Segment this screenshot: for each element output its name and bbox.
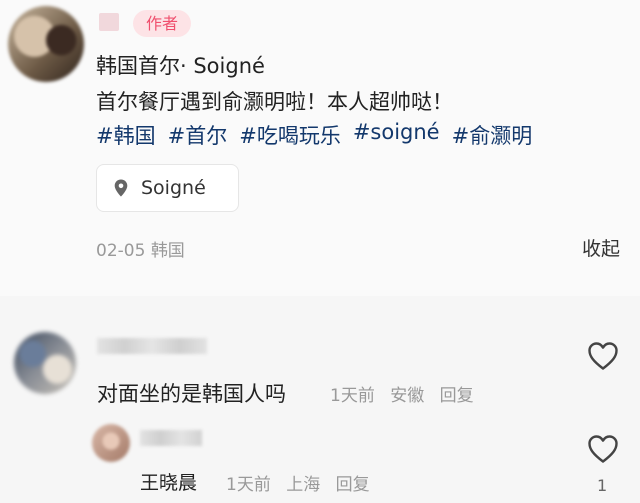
reply-meta: 1天前 上海 回复 bbox=[226, 470, 370, 495]
reply-text: 王晓晨 bbox=[140, 472, 198, 494]
post-card: 作者 韩国首尔· Soigné 首尔餐厅遇到俞灏明啦！本人超帅哒！ #韩国 #首… bbox=[0, 0, 640, 296]
pin-icon bbox=[111, 178, 131, 198]
comment-list: 对面坐的是韩国人吗 1天前 安徽 回复 王晓晨 1天前 上海 回复 1 bbox=[0, 296, 640, 503]
commenter-avatar[interactable] bbox=[14, 332, 76, 394]
author-name-blurred[interactable] bbox=[99, 13, 119, 31]
commenter-name-blurred[interactable] bbox=[97, 338, 207, 354]
reply-name-blurred[interactable] bbox=[140, 430, 202, 446]
location-label: Soigné bbox=[141, 177, 206, 199]
post-title: 韩国首尔· Soigné bbox=[96, 54, 265, 78]
post-date: 02-05 bbox=[96, 241, 146, 261]
comment-text: 对面坐的是韩国人吗 bbox=[97, 382, 286, 406]
reply-avatar[interactable] bbox=[92, 424, 130, 462]
reply-button[interactable]: 回复 bbox=[440, 386, 474, 406]
hashtag[interactable]: #吃喝玩乐 bbox=[239, 120, 341, 150]
heart-outline-icon[interactable] bbox=[587, 434, 619, 464]
hashtag[interactable]: #soigné bbox=[353, 120, 440, 150]
reply-button[interactable]: 回复 bbox=[336, 475, 370, 495]
hashtag[interactable]: #首尔 bbox=[168, 120, 228, 150]
comment-time: 1天前 bbox=[330, 386, 375, 406]
heart-outline-icon[interactable] bbox=[587, 341, 619, 371]
location-chip[interactable]: Soigné bbox=[96, 164, 239, 212]
author-badge: 作者 bbox=[133, 10, 191, 37]
comment-time: 1天前 bbox=[226, 475, 271, 495]
comment-meta: 1天前 安徽 回复 bbox=[330, 381, 474, 406]
collapse-button[interactable]: 收起 bbox=[582, 234, 620, 261]
hashtag-list: #韩国 #首尔 #吃喝玩乐 #soigné #俞灏明 bbox=[96, 120, 532, 150]
author-avatar[interactable] bbox=[8, 6, 84, 82]
comment-location: 安徽 bbox=[390, 386, 425, 406]
hashtag[interactable]: #韩国 bbox=[96, 120, 156, 150]
post-region: 韩国 bbox=[150, 241, 185, 261]
hashtag[interactable]: #俞灏明 bbox=[452, 120, 533, 150]
comment-location: 上海 bbox=[286, 475, 321, 495]
post-meta: 02-05 韩国 bbox=[96, 236, 185, 261]
like-count: 1 bbox=[597, 476, 608, 495]
post-body: 首尔餐厅遇到俞灏明啦！本人超帅哒！ bbox=[96, 90, 453, 114]
